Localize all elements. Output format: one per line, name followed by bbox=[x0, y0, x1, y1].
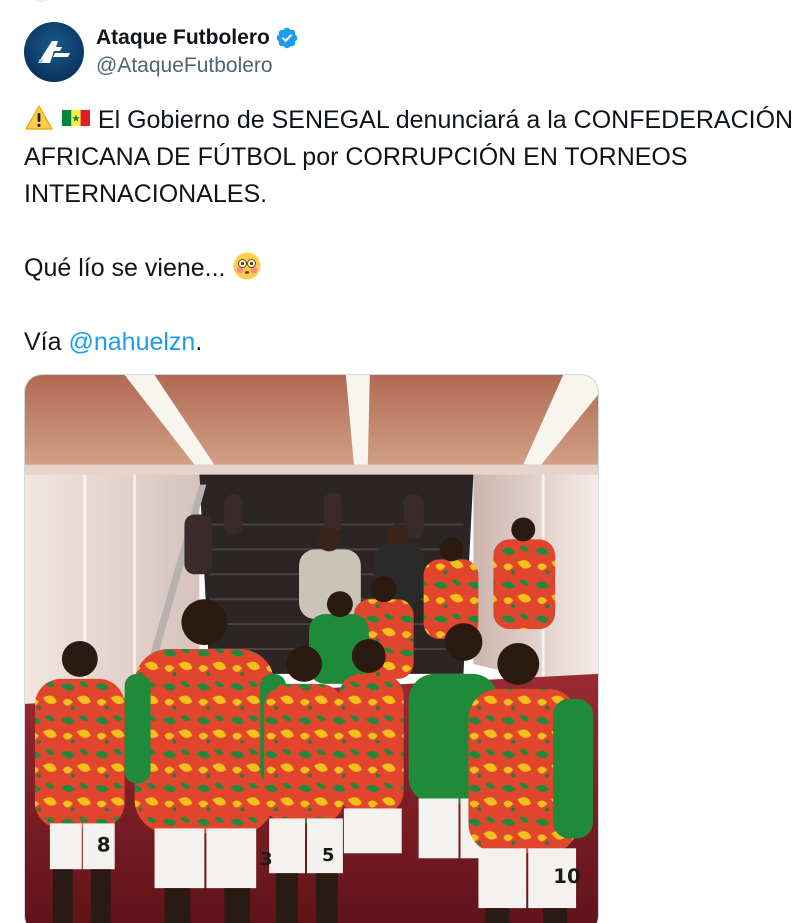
verified-badge-icon bbox=[276, 27, 298, 49]
tweet-media-photo[interactable]: 8 3 5 10 bbox=[24, 374, 599, 923]
svg-text:3: 3 bbox=[260, 849, 272, 870]
senegal-flag-emoji-icon bbox=[61, 103, 91, 133]
via-suffix: . bbox=[195, 328, 203, 356]
photo-senegal-team-tunnel-icon: 8 3 5 10 bbox=[25, 375, 598, 923]
svg-text:5: 5 bbox=[322, 845, 334, 866]
flushed-face-emoji-icon bbox=[232, 251, 262, 281]
tweet-text: El Gobierno de SENEGAL denunciará a la C… bbox=[24, 102, 799, 361]
author-display-name[interactable]: Ataque Futbolero bbox=[96, 25, 270, 51]
tweet-paragraph-3: Vía @nahuelzn. bbox=[24, 324, 799, 361]
tweet-paragraph-2-text: Qué lío se viene... bbox=[24, 254, 226, 282]
name-row: Ataque Futbolero bbox=[96, 25, 299, 51]
previous-tweet-avatar-edge bbox=[26, 0, 56, 2]
tweet-paragraph-1-text: El Gobierno de SENEGAL denunciará a la C… bbox=[24, 106, 794, 208]
author-handle[interactable]: @AtaqueFutbolero bbox=[96, 52, 299, 79]
svg-text:8: 8 bbox=[97, 833, 111, 856]
ataque-futbolero-logo-icon bbox=[38, 41, 70, 63]
author-names: Ataque Futbolero @AtaqueFutbolero bbox=[96, 25, 299, 79]
warning-emoji-icon bbox=[24, 103, 54, 133]
author-avatar[interactable] bbox=[24, 22, 84, 82]
tweet-header: Ataque Futbolero @AtaqueFutbolero bbox=[24, 22, 299, 82]
tweet-paragraph-2: Qué lío se viene... bbox=[24, 250, 799, 287]
tweet-paragraph-1: El Gobierno de SENEGAL denunciará a la C… bbox=[24, 102, 799, 213]
mention-link-nahuelzn[interactable]: @nahuelzn bbox=[68, 328, 195, 356]
via-prefix: Vía bbox=[24, 328, 69, 356]
svg-text:10: 10 bbox=[553, 865, 581, 888]
